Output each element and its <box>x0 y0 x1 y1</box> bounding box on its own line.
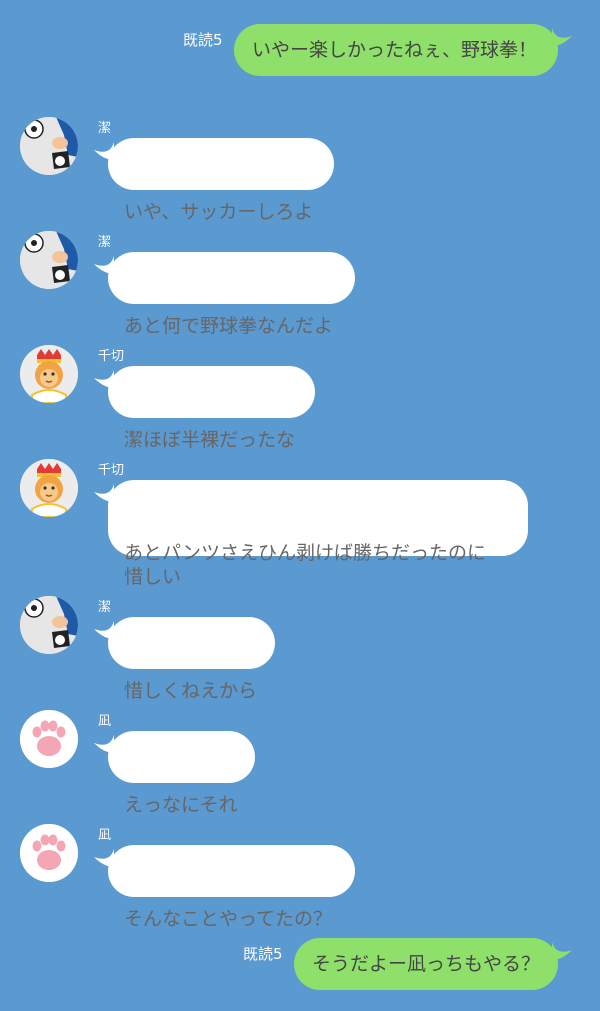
message-text: いや、サッカーしろよ <box>124 201 314 223</box>
bubble-tail-icon <box>94 735 114 753</box>
bubble-tail-icon <box>552 28 572 46</box>
sender-name: 潔 <box>98 121 112 136</box>
message-bubble-in[interactable]: 潔ほぼ半裸だったな <box>94 366 315 451</box>
bubble-tail-icon <box>552 942 572 960</box>
avatar-cat-paw-icon[interactable] <box>20 710 78 768</box>
message-text: 潔ほぼ半裸だったな <box>124 429 296 451</box>
soccer-boy-icon <box>20 231 78 289</box>
bubble-tail-icon <box>94 142 114 160</box>
sender-name: 潔 <box>98 600 112 615</box>
avatar-soccer-boy-icon[interactable] <box>20 117 78 175</box>
bubble-tail-icon <box>94 621 114 639</box>
message-bubble-out[interactable]: そうだよー凪っちもやる？ <box>294 938 572 990</box>
lion-king-icon <box>20 459 78 517</box>
message-bubble-out[interactable]: いやー楽しかったねぇ、野球拳！ <box>234 24 572 76</box>
bubble-tail-icon <box>94 484 114 502</box>
avatar-lion-king-icon[interactable] <box>20 345 78 403</box>
message-bubble-in[interactable]: あと何で野球拳なんだよ <box>94 252 355 337</box>
avatar-lion-king-icon[interactable] <box>20 459 78 517</box>
cat-paw-icon <box>20 710 78 768</box>
message-text: いやー楽しかったねぇ、野球拳！ <box>252 39 538 61</box>
sender-name: 凪 <box>98 714 112 729</box>
message-bubble-in[interactable]: えっなにそれ <box>94 731 255 816</box>
message-bubble-in[interactable]: あとパンツさえひん剥けば勝ちだったのに 惜しい <box>94 480 528 588</box>
read-receipt: 既読5 <box>243 945 283 963</box>
message-text: あと何で野球拳なんだよ <box>124 315 334 337</box>
avatar-soccer-boy-icon[interactable] <box>20 596 78 654</box>
message-text: 惜しくねえから <box>124 680 258 702</box>
sender-name: 潔 <box>98 235 112 250</box>
bubble-tail-icon <box>94 370 114 388</box>
avatar-cat-paw-icon[interactable] <box>20 824 78 882</box>
sender-name: 千切 <box>98 349 125 364</box>
bubble-tail-icon <box>94 849 114 867</box>
message-bubble-in[interactable]: いや、サッカーしろよ <box>94 138 334 223</box>
message-text: えっなにそれ <box>124 794 238 816</box>
message-text: あとパンツさえひん剥けば勝ちだったのに 惜しい <box>124 542 486 588</box>
sender-name: 千切 <box>98 463 125 478</box>
message-text: そんなことやってたの？ <box>124 908 333 930</box>
soccer-boy-icon <box>20 117 78 175</box>
sender-name: 凪 <box>98 828 112 843</box>
cat-paw-icon <box>20 824 78 882</box>
bubble-tail-icon <box>94 256 114 274</box>
soccer-boy-icon <box>20 596 78 654</box>
lion-king-icon <box>20 345 78 403</box>
message-bubble-in[interactable]: そんなことやってたの？ <box>94 845 355 930</box>
read-receipt: 既読5 <box>183 31 223 49</box>
avatar-soccer-boy-icon[interactable] <box>20 231 78 289</box>
message-text: そうだよー凪っちもやる？ <box>312 953 541 975</box>
message-bubble-in[interactable]: 惜しくねえから <box>94 617 275 702</box>
